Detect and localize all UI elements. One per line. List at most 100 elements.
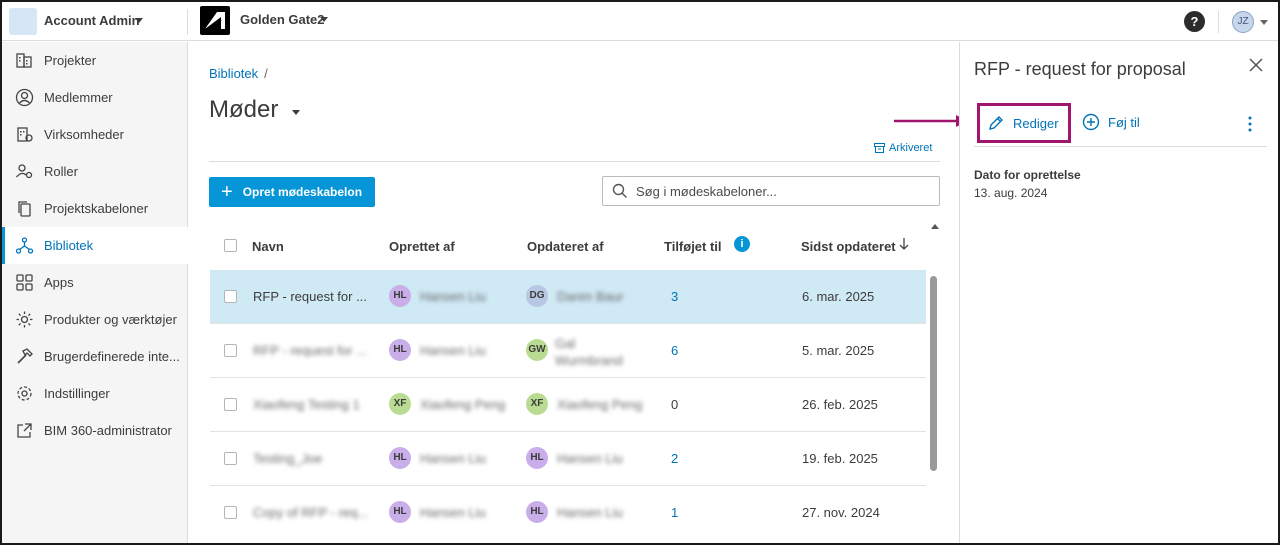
sidebar-item-projekter[interactable]: Projekter: [2, 42, 188, 79]
added-to-count-link[interactable]: 2: [671, 451, 678, 466]
network-icon: [15, 237, 34, 254]
column-header-tilfoejet-til[interactable]: Tilføjet til: [664, 239, 722, 254]
search-input[interactable]: [636, 183, 926, 199]
account-logo[interactable]: [9, 8, 37, 35]
archived-link[interactable]: Arkiveret: [874, 142, 932, 154]
select-all-checkbox[interactable]: [224, 239, 237, 252]
column-header-oprettet-af[interactable]: Oprettet af: [389, 239, 455, 254]
page-title[interactable]: Møder: [209, 96, 278, 124]
table-header: Navn Oprettet af Opdateret af Tilføjet t…: [210, 222, 926, 270]
chevron-down-icon[interactable]: [292, 110, 300, 115]
sidebar-item-bim360-administrator[interactable]: BIM 360-administrator: [2, 412, 188, 449]
breadcrumb-link-bibliotek[interactable]: Bibliotek: [209, 66, 258, 81]
sidebar-item-produkter-og-vaerktoejer[interactable]: Produkter og værktøjer: [2, 301, 188, 338]
row-checkbox[interactable]: [224, 344, 237, 357]
row-checkbox[interactable]: [224, 290, 237, 303]
sort-descending-icon[interactable]: [899, 237, 909, 251]
company-icon: [17, 127, 33, 142]
sidebar-item-apps[interactable]: Apps: [2, 264, 188, 301]
column-header-opdateret-af[interactable]: Opdateret af: [527, 239, 604, 254]
created-date-label: Dato for oprettelse: [974, 168, 1081, 182]
column-header-sidst-opdateret[interactable]: Sidst opdateret: [801, 239, 896, 254]
add-to-button[interactable]: Føj til: [1082, 113, 1140, 131]
table-row[interactable]: RFP - request for ... HL Hansen Liu DG D…: [210, 270, 926, 324]
create-meeting-template-button[interactable]: + Opret mødeskabelon: [209, 177, 375, 207]
sidebar-item-brugerdefinerede[interactable]: Brugerdefinerede inte...: [2, 338, 188, 375]
table-row[interactable]: Xiaofeng Testing 1 XF Xiaofeng Peng XF X…: [210, 378, 926, 432]
created-by-name: Hansen Liu: [420, 505, 486, 520]
last-updated-date: 26. feb. 2025: [802, 397, 878, 412]
divider: [974, 146, 1267, 147]
project-switcher-label[interactable]: Golden Gate2: [240, 12, 325, 27]
created-by-name: Hansen Liu: [420, 289, 486, 304]
avatar: DG: [526, 285, 548, 307]
autodesk-logo-icon: [200, 6, 230, 35]
added-to-count: 0: [671, 397, 679, 412]
search-icon: [612, 183, 627, 198]
sidebar-item-projektskabeloner[interactable]: Projektskabeloner: [2, 190, 188, 227]
avatar: XF: [526, 393, 548, 415]
info-icon[interactable]: i: [734, 236, 750, 252]
chevron-down-icon[interactable]: [135, 18, 143, 23]
sidebar: Projekter Medlemmer Virksomheder Roller …: [2, 42, 188, 543]
table-row[interactable]: Testing_Joe HL Hansen Liu HL Hansen Liu …: [210, 432, 926, 486]
help-button[interactable]: ?: [1184, 11, 1205, 32]
avatar: HL: [389, 447, 411, 469]
archived-label: Arkiveret: [889, 142, 933, 154]
sidebar-item-indstillinger[interactable]: Indstillinger: [2, 375, 188, 412]
sidebar-item-bibliotek[interactable]: Bibliotek: [2, 227, 188, 264]
archive-icon: [874, 143, 885, 153]
column-header-navn[interactable]: Navn: [252, 239, 284, 254]
row-name[interactable]: Copy of RFP - req...: [253, 505, 368, 520]
updated-by-name: Hansen Liu: [557, 451, 623, 466]
edit-button[interactable]: Rediger: [977, 103, 1071, 143]
row-name[interactable]: Xiaofeng Testing 1: [253, 397, 360, 412]
add-to-button-label: Føj til: [1108, 114, 1140, 130]
avatar: HL: [389, 285, 411, 307]
scrollbar-thumb[interactable]: [930, 276, 937, 471]
divider: [187, 9, 188, 35]
more-options-icon[interactable]: [1246, 115, 1254, 133]
settings-icon: [17, 386, 32, 401]
row-checkbox[interactable]: [224, 452, 237, 465]
sidebar-item-virksomheder[interactable]: Virksomheder: [2, 116, 188, 153]
main-content: Bibliotek / Møder Arkiveret + Opret mødes…: [189, 42, 959, 543]
plus-icon: +: [221, 181, 233, 203]
updated-by-name: Gal Wurmbrand: [555, 336, 623, 368]
breadcrumb: Bibliotek /: [209, 66, 268, 81]
table-row[interactable]: Copy of RFP - req... HL Hansen Liu HL Ha…: [210, 486, 926, 540]
row-name[interactable]: RFP - request for ...: [253, 289, 367, 304]
edit-button-label: Rediger: [1013, 115, 1059, 131]
added-to-count-link[interactable]: 6: [671, 343, 678, 358]
row-name[interactable]: RFP - request for ...: [253, 343, 367, 358]
sidebar-item-label: Roller: [44, 164, 78, 179]
table-row[interactable]: RFP - request for ... HL Hansen Liu GW G…: [210, 324, 926, 378]
chevron-down-icon[interactable]: [1260, 20, 1268, 25]
row-checkbox[interactable]: [224, 398, 237, 411]
search-field[interactable]: [602, 176, 940, 206]
hammer-icon: [17, 348, 33, 364]
pencil-icon: [989, 116, 1003, 130]
row-name[interactable]: Testing_Joe: [253, 451, 322, 466]
panel-title: RFP - request for proposal: [974, 59, 1186, 79]
avatar: GW: [526, 339, 548, 361]
added-to-count-link[interactable]: 1: [671, 505, 678, 520]
app-window: Account Admin Golden Gate2 ? JZ Projekte…: [0, 0, 1280, 545]
chevron-down-icon[interactable]: [320, 17, 328, 22]
added-to-count-link[interactable]: 3: [671, 289, 678, 304]
sidebar-item-medlemmer[interactable]: Medlemmer: [2, 79, 188, 116]
sidebar-item-label: Brugerdefinerede inte...: [44, 349, 180, 364]
close-icon[interactable]: [1247, 56, 1265, 74]
sidebar-item-roller[interactable]: Roller: [2, 153, 188, 190]
last-updated-date: 6. mar. 2025: [802, 289, 875, 304]
row-checkbox[interactable]: [224, 506, 237, 519]
details-panel: RFP - request for proposal Rediger Føj t…: [959, 42, 1278, 543]
created-by-name: Hansen Liu: [420, 343, 486, 358]
created-date-value: 13. aug. 2024: [974, 186, 1048, 200]
account-switcher-label[interactable]: Account Admin: [44, 13, 140, 28]
user-avatar[interactable]: JZ: [1232, 11, 1254, 33]
updated-by-name: Daren Baur: [557, 289, 624, 304]
updated-by-name: Xiaofeng Peng: [557, 397, 643, 412]
scroll-up-arrow-icon[interactable]: [931, 224, 939, 229]
sidebar-item-label: Projekter: [44, 53, 97, 68]
